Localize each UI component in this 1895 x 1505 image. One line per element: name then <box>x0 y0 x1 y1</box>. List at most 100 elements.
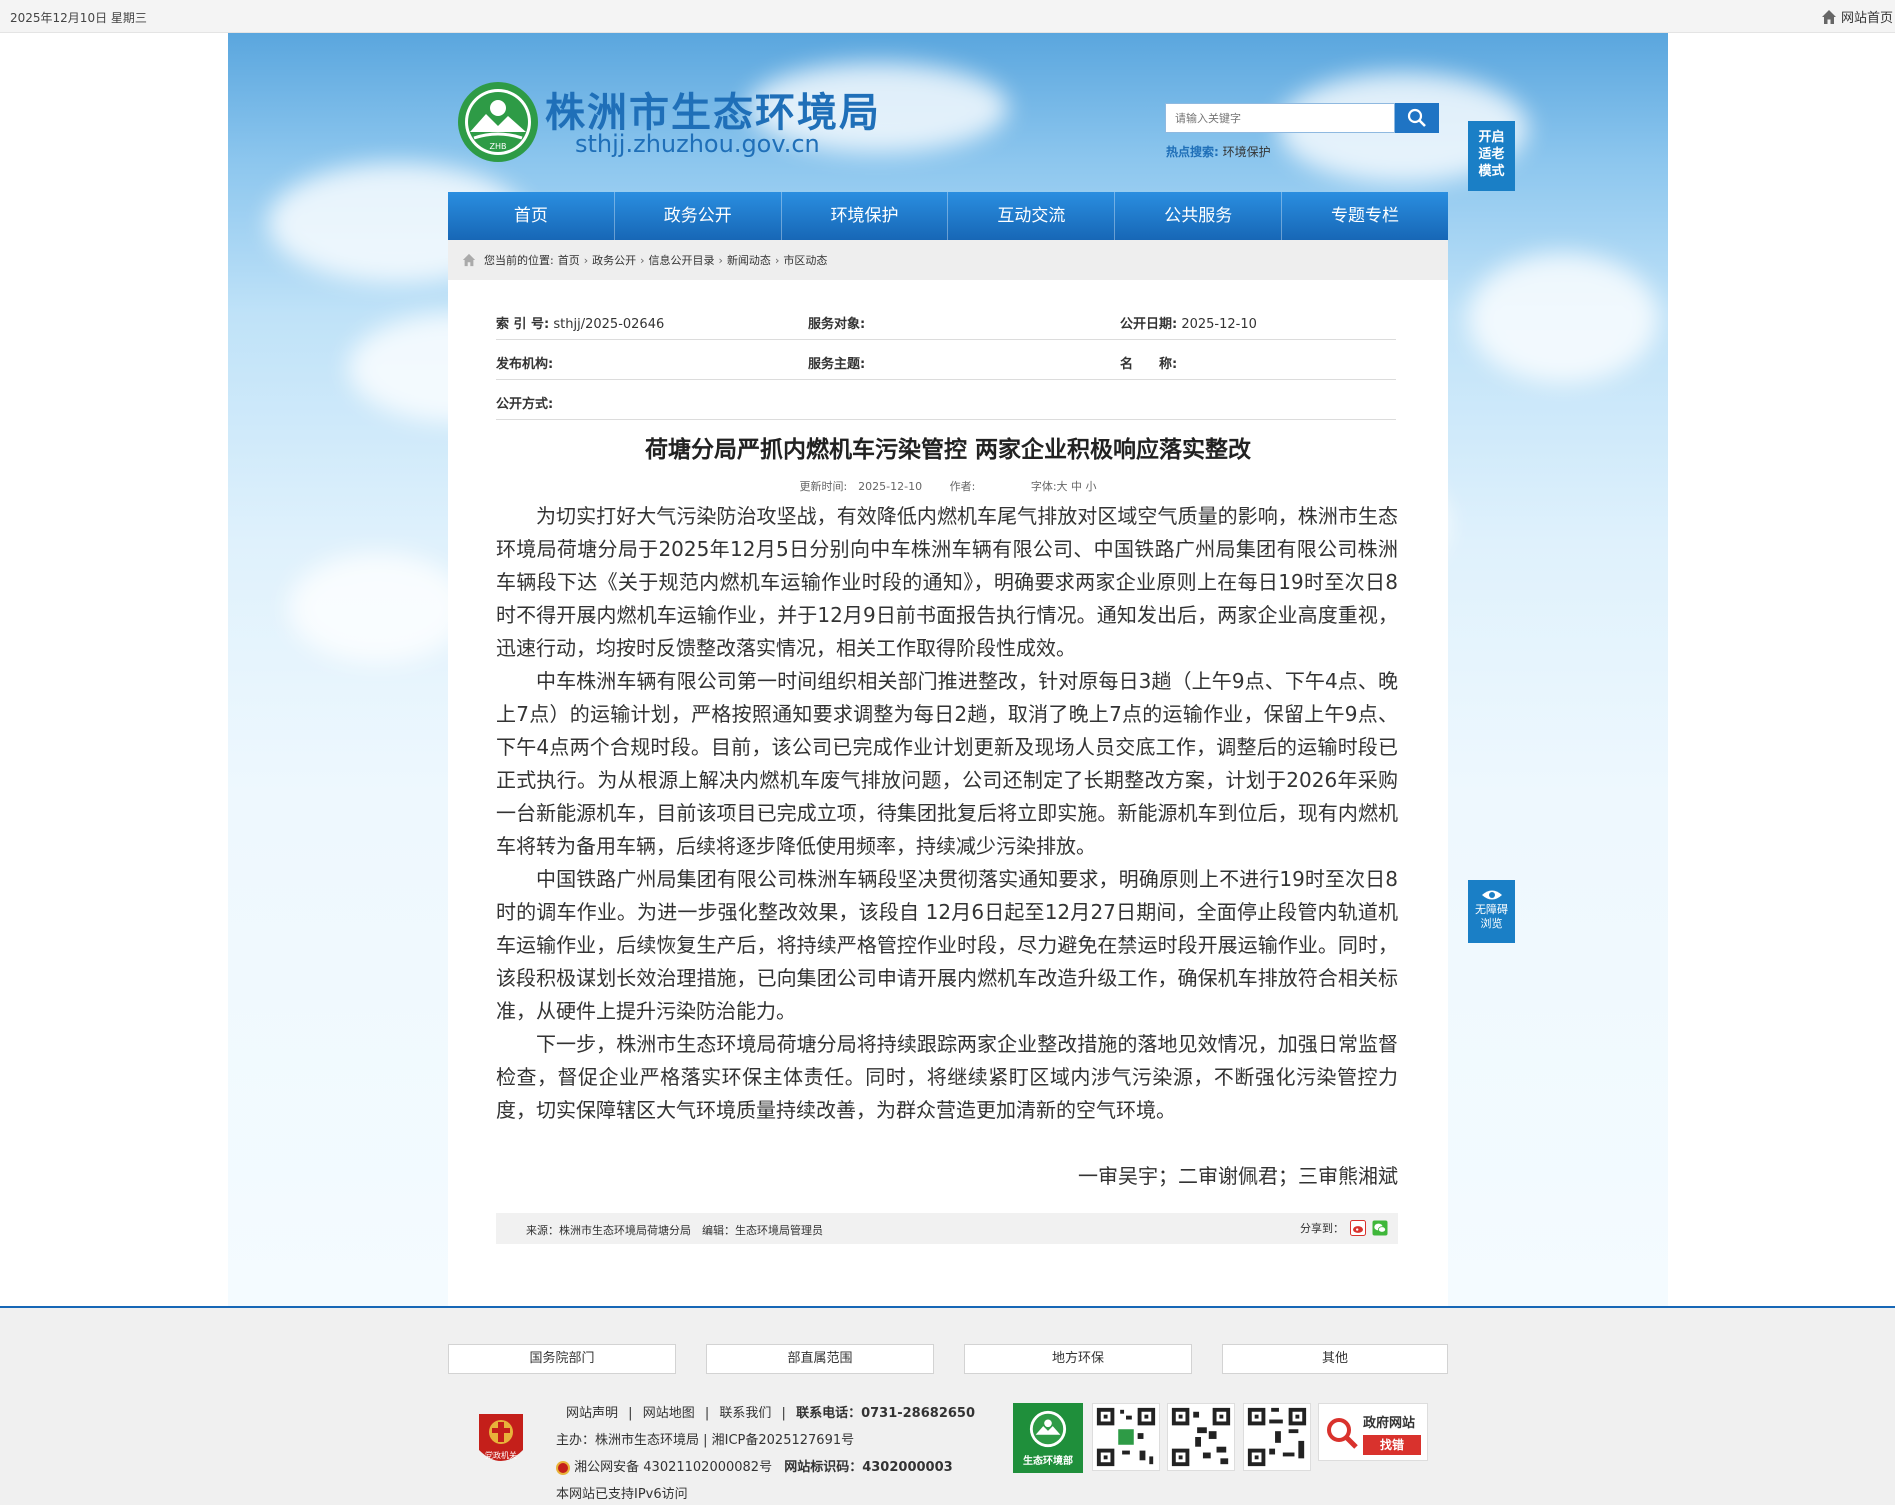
meta-row: 索 引 号: sthjj/2025-02646 服务对象: 公开日期: 2025… <box>496 300 1396 340</box>
article-paragraph: 中国铁路广州局集团有限公司株洲车辆段坚决贯彻落实通知要求，明确原则上不进行19时… <box>496 867 1398 1023</box>
meta-row: 发布机构: 服务主题: 名 称: <box>496 340 1396 380</box>
qr-code-icon <box>1167 1403 1235 1471</box>
nav-item-gov-affairs[interactable]: 政务公开 <box>615 192 782 240</box>
footer-info: 网站声明 | 网站地图 | 联系我们 | 联系电话：0731-28682650 … <box>556 1400 975 1505</box>
article-title: 荷塘分局严抓内燃机车污染管控 两家企业积极响应落实整改 <box>644 437 1251 463</box>
index-label: 索 引 号: <box>496 317 550 332</box>
elder-mode-button[interactable]: 开启 适老 模式 <box>1468 121 1515 191</box>
nav-item-special-topics[interactable]: 专题专栏 <box>1282 192 1448 240</box>
nav-item-public-service[interactable]: 公共服务 <box>1115 192 1283 240</box>
footer-link-other[interactable]: 其他 <box>1222 1344 1448 1374</box>
magnifier-icon <box>1327 1418 1358 1449</box>
police-badge-icon <box>556 1460 570 1475</box>
zhb-logo-icon <box>1029 1410 1067 1448</box>
current-date: 2025年12月10日 星期三 <box>10 11 147 25</box>
hot-search: 热点搜索: 环境保护 <box>1166 143 1271 160</box>
share-area: 分享到： <box>1300 1220 1388 1236</box>
breadcrumb-gov-affairs[interactable]: 政务公开 <box>592 252 636 268</box>
breadcrumb-prefix: 您当前的位置: <box>484 254 554 267</box>
topic-label: 服务主题: <box>808 357 866 372</box>
breadcrumb-home[interactable]: 首页 <box>558 252 580 268</box>
search-icon <box>1407 108 1426 127</box>
review-signature: 一审吴宇；二审谢佩君；三审熊湘斌 <box>1078 1164 1398 1188</box>
main-nav: 首页 政务公开 环境保护 互动交流 公共服务 专题专栏 <box>448 192 1448 240</box>
qr-code-icon <box>1243 1403 1311 1471</box>
footer-nav-row: 网站声明 | 网站地图 | 联系我们 | 联系电话：0731-28682650 <box>566 1406 976 1421</box>
top-bar: 2025年12月10日 星期三 网站首页 <box>0 0 1895 33</box>
name-label: 名 称: <box>1120 357 1178 372</box>
method-label: 公开方式: <box>496 397 554 412</box>
gov-site-error-report[interactable]: 政府网站 找错 <box>1318 1403 1428 1461</box>
site-home-link[interactable]: 网站首页 <box>1821 7 1893 26</box>
breadcrumb-separator: › <box>583 253 589 267</box>
breadcrumb-news[interactable]: 新闻动态 <box>727 252 771 268</box>
accessibility-line: 无障碍 <box>1475 903 1508 916</box>
search-button[interactable] <box>1395 103 1439 133</box>
footer-phone: 联系电话：0731-28682650 <box>796 1406 976 1421</box>
page-footer: 国务院部门 部直属范围 地方环保 其他 党政机关 网站声明 | 网站地图 | 联… <box>0 1306 1895 1505</box>
search-box <box>1165 103 1395 133</box>
date-value: 2025-12-10 <box>1181 317 1257 332</box>
article-paragraph: 中车株洲车辆有限公司第一时间组织相关部门推进整改，针对原每日3趟（上午9点、下午… <box>496 669 1398 858</box>
hot-search-word[interactable]: 环境保护 <box>1223 145 1271 159</box>
svg-text:ZHB: ZHB <box>490 142 507 151</box>
ministry-ecology-logo[interactable]: 生态环境部 <box>1013 1403 1083 1473</box>
footer-police-record[interactable]: 湘公网安备 43021102000082号 <box>574 1460 772 1475</box>
meta-row: 公开方式: <box>496 380 1396 420</box>
footer-link-state-council[interactable]: 国务院部门 <box>448 1344 676 1374</box>
footer-statement-link[interactable]: 网站声明 <box>566 1406 618 1421</box>
article-source: 来源：株洲市生态环境局荷塘分局 编辑：生态环境局管理员 <box>526 1224 823 1237</box>
elder-mode-line: 开启 <box>1478 130 1505 145</box>
home-link-label: 网站首页 <box>1840 11 1893 26</box>
footer-sitemap-link[interactable]: 网站地图 <box>643 1406 695 1421</box>
eye-icon <box>1481 890 1502 900</box>
accessibility-line: 浏览 <box>1480 917 1503 930</box>
weibo-icon[interactable] <box>1350 1220 1366 1236</box>
zhb-logo-label: 生态环境部 <box>1023 1456 1073 1467</box>
search-input[interactable] <box>1166 104 1362 132</box>
home-icon <box>462 253 476 267</box>
footer-contact-link[interactable]: 联系我们 <box>719 1406 771 1421</box>
footer-link-local-env[interactable]: 地方环保 <box>964 1344 1192 1374</box>
article-footer-bar: 来源：株洲市生态环境局荷塘分局 编辑：生态环境局管理员 分享到： <box>496 1213 1398 1244</box>
breadcrumb-separator: › <box>640 253 645 267</box>
svg-text:党政机关: 党政机关 <box>485 1450 517 1460</box>
hot-search-label: 热点搜索: <box>1166 145 1219 159</box>
accessibility-button[interactable]: 无障碍 浏览 <box>1468 880 1515 943</box>
nav-item-home[interactable]: 首页 <box>448 192 615 240</box>
wechat-icon[interactable] <box>1372 1220 1388 1236</box>
breadcrumb-city-news[interactable]: 市区动态 <box>783 252 827 268</box>
breadcrumb-separator: › <box>774 253 780 267</box>
breadcrumb-separator: › <box>718 253 723 267</box>
font-size-switch[interactable]: 字体:大 中 小 <box>1031 480 1097 493</box>
info-meta-table: 索 引 号: sthjj/2025-02646 服务对象: 公开日期: 2025… <box>496 300 1396 420</box>
updated-time: 更新时间: 2025-12-10 <box>799 480 923 493</box>
home-icon <box>1821 9 1836 24</box>
author: 作者: <box>949 480 976 493</box>
footer-host: 主办：株洲市生态环境局 | 湘ICP备2025127691号 <box>556 1433 855 1448</box>
index-value: sthjj/2025-02646 <box>553 317 665 332</box>
elder-mode-line: 适老 <box>1478 147 1505 162</box>
nav-item-interaction[interactable]: 互动交流 <box>948 192 1116 240</box>
date-label: 公开日期: <box>1120 317 1178 332</box>
target-label: 服务对象: <box>808 317 866 332</box>
footer-link-groups: 国务院部门 部直属范围 地方环保 其他 <box>448 1344 1448 1374</box>
breadcrumb: 您当前的位置: 首页 › 政务公开 › 信息公开目录 › 新闻动态 › 市区动态 <box>448 240 1448 280</box>
article-body: 为切实打好大气污染防治攻坚战，有效降低内燃机车尾气排放对区域空气质量的影响，株洲… <box>496 500 1398 1127</box>
error-report-top: 政府网站 <box>1363 1416 1416 1431</box>
footer-link-ministry[interactable]: 部直属范围 <box>706 1344 934 1374</box>
footer-police-row: 湘公网安备 43021102000082号 网站标识码：4302000003 <box>556 1454 975 1481</box>
elder-mode-line: 模式 <box>1478 164 1505 179</box>
nav-item-environment[interactable]: 环境保护 <box>782 192 949 240</box>
breadcrumb-info-catalog[interactable]: 信息公开目录 <box>649 252 715 268</box>
site-domain: sthjj.zhuzhou.gov.cn <box>575 130 820 158</box>
article-subinfo: 更新时间: 2025-12-10 作者: 字体:大 中 小 <box>448 478 1448 494</box>
article-paragraph: 为切实打好大气污染防治攻坚战，有效降低内燃机车尾气排放对区域空气质量的影响，株洲… <box>496 504 1398 660</box>
footer-ipv6: 本网站已支持IPv6访问 <box>556 1487 688 1502</box>
party-gov-badge-icon: 党政机关 <box>479 1414 523 1461</box>
qr-code-icon <box>1092 1403 1160 1471</box>
article-paragraph: 下一步，株洲市生态环境局荷塘分局将持续跟踪两家企业整改措施的落地见效情况，加强日… <box>496 1032 1398 1122</box>
content-panel: 您当前的位置: 首页 › 政务公开 › 信息公开目录 › 新闻动态 › 市区动态 索 引… <box>448 240 1448 1306</box>
share-label: 分享到： <box>1300 1222 1344 1235</box>
zhb-logo-icon: ZHB <box>458 82 538 162</box>
